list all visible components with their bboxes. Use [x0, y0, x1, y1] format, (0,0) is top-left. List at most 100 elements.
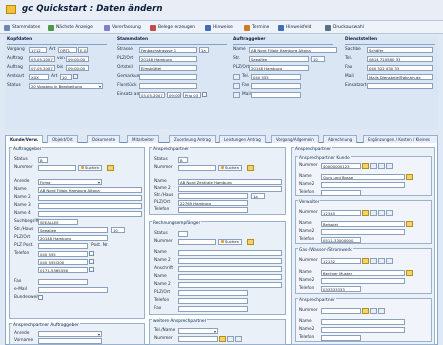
g1-delete-icon[interactable] — [386, 162, 393, 169]
re-name-b-field[interactable] — [178, 273, 282, 280]
vorgang-art-field[interactable]: ORT1 — [58, 46, 77, 53]
einsatz-flag-icon[interactable] — [202, 92, 207, 97]
ap-hausnr-field[interactable]: 1a — [251, 192, 265, 199]
dienststelle-tel-field[interactable]: 0814 720580 33 — [367, 55, 433, 62]
auftrag-bis-time[interactable]: 09:00:00 — [66, 64, 89, 71]
g4-nummer-field[interactable] — [321, 307, 361, 314]
tab-vorgang-allgemein[interactable]: Vorgang/Allgemein — [271, 135, 319, 143]
g1-name-field[interactable]: Guru und Bosse — [321, 173, 405, 180]
auftraggeber-suchen-button[interactable]: Suchen — [78, 164, 103, 171]
auftrag-von-date[interactable]: 03.05.2007 — [29, 55, 55, 62]
auftraggeber-nummer-field[interactable] — [38, 164, 76, 171]
telefon-field-1[interactable]: 040 555 — [38, 250, 88, 257]
re-nummer-field[interactable] — [178, 238, 216, 245]
ortsteil-field[interactable]: Eimsbüttel — [139, 64, 197, 71]
g2-edit-icon[interactable] — [362, 209, 369, 216]
g1-search-icon[interactable] — [370, 162, 377, 169]
auftrag-bis-date[interactable]: 07.05.2007 — [29, 64, 55, 71]
g3-note-icon[interactable] — [406, 269, 413, 276]
prio-field[interactable]: Prio 03 — [183, 91, 201, 98]
ak-vorname-field[interactable] — [38, 337, 102, 344]
ap-name-field[interactable]: AB Nord Zentrale Hamburg — [178, 178, 282, 185]
einsatz-time[interactable]: 09:00 — [167, 91, 181, 98]
tab-ergaenzungen[interactable]: Ergänzungen / Kosten / Kleines — [363, 135, 438, 143]
auftraggeber-name-field[interactable]: AB Nord Filiale Hamburg Altona — [249, 46, 337, 53]
g2-telefon-field[interactable]: 0511-33000000 — [321, 236, 361, 243]
g1-table-icon[interactable] — [378, 162, 385, 169]
gemarkung-field[interactable] — [139, 73, 197, 80]
telefon-field-2[interactable]: 040 555/200 — [38, 258, 88, 265]
g4-edit-icon[interactable] — [362, 307, 369, 314]
tab-dokumente[interactable]: Dokumente — [87, 135, 121, 143]
g2-name2-field[interactable] — [321, 228, 405, 235]
wa-edit-icon[interactable] — [219, 335, 226, 342]
strasse-field[interactable]: Fenbachstrassse 1 — [139, 46, 197, 53]
fax-field[interactable] — [38, 278, 88, 285]
hausnr-field[interactable]: 1a — [199, 46, 209, 53]
re-name2-field[interactable] — [178, 257, 282, 264]
email-field[interactable] — [38, 286, 108, 293]
g4-telefon-field[interactable] — [321, 334, 361, 341]
tab-abrechnung[interactable]: Abrechnung — [323, 135, 358, 143]
telefon3-dropdown-icon[interactable] — [89, 267, 94, 272]
vorgang-eg-field[interactable]: E.G — [78, 46, 88, 53]
g1-nummer-field[interactable]: 40000000123 — [321, 162, 361, 169]
ap-strasse-field[interactable] — [178, 192, 248, 199]
status-select[interactable]: 20 Vorgang in Bearbeitung — [29, 82, 103, 89]
toolbar-stammdaten-button[interactable]: Stammdaten — [4, 23, 40, 32]
bundesweit-checkbox[interactable] — [38, 295, 43, 300]
toolbar-hinweise-button[interactable]: Hinweise — [205, 23, 233, 32]
name3-field[interactable] — [38, 202, 142, 209]
amtsart-help-icon[interactable] — [73, 74, 78, 79]
g1-note-icon[interactable] — [406, 173, 413, 180]
auftraggeber-tel-field[interactable]: 040 555 — [251, 73, 301, 80]
sachbearbeiter-field[interactable]: Schäfer — [367, 46, 433, 53]
re-name-field[interactable] — [178, 249, 282, 256]
dienststelle-fax-field[interactable]: 040 522 030 33 — [367, 64, 433, 71]
re-suchen-button[interactable]: Suchen — [218, 238, 243, 245]
tab-mitarbeiter[interactable]: Mitarbeiter — [127, 135, 160, 143]
g3-search-icon[interactable] — [370, 257, 377, 264]
ap-nummer-field[interactable] — [178, 164, 216, 171]
g4-name-field[interactable] — [321, 318, 405, 325]
strasse-haus-field[interactable]: Seeallee — [38, 226, 108, 233]
ak-anrede-select[interactable] — [38, 330, 102, 337]
name-field[interactable]: AB Nord Filiale Hamburg Altona — [38, 186, 142, 193]
g2-note-icon[interactable] — [406, 220, 413, 227]
auftraggeber-mail-field[interactable] — [251, 91, 301, 98]
g3-name2-field[interactable] — [321, 277, 405, 284]
auftraggeber-strasse-field[interactable]: Seeallee — [249, 55, 309, 62]
g2-name-field[interactable]: Beispiel — [321, 220, 405, 227]
hausnummer-field[interactable]: 10 — [111, 226, 125, 233]
plz-ort-field[interactable]: 20148 Hamburg — [139, 55, 197, 62]
dienststelle-mail-field[interactable]: Mails Dienstelle@gbr.hh.de — [367, 73, 433, 80]
ap-name2-field[interactable] — [178, 185, 282, 192]
g4-name2-field[interactable] — [321, 326, 405, 333]
toolbar-termine-button[interactable]: Termine — [244, 23, 269, 32]
g3-delete-icon[interactable] — [386, 257, 393, 264]
g2-table-icon[interactable] — [378, 209, 385, 216]
ap-suchen-button[interactable]: Suchen — [218, 164, 243, 171]
auftraggeber-hausnr-field[interactable]: 10 — [311, 55, 325, 62]
g1-telefon-field[interactable] — [321, 189, 361, 196]
edit-icon[interactable] — [247, 238, 255, 245]
tab-objekt[interactable]: Objekt/Ort — [47, 135, 78, 143]
g4-table-icon[interactable] — [378, 307, 385, 314]
wa-select[interactable] — [178, 327, 218, 334]
g2-nummer-field[interactable]: 12345 — [321, 209, 361, 216]
amtsart-field[interactable]: XXX — [29, 73, 49, 80]
wa-table-icon[interactable] — [235, 335, 242, 342]
g1-name2-field[interactable] — [321, 181, 405, 188]
auftraggeber-plz-field[interactable]: 20148 Hamburg — [249, 64, 309, 71]
g4-search-icon[interactable] — [370, 307, 377, 314]
anrede-select[interactable]: Firma — [38, 178, 102, 185]
telefon-field-3[interactable]: 0171-5565556 — [38, 266, 88, 273]
toolbar-hinweisfeld-button[interactable]: Hinweisfeld — [278, 23, 311, 32]
telefon-dropdown-icon[interactable] — [89, 251, 94, 256]
einsatzort-field[interactable] — [367, 82, 433, 89]
name4-field[interactable] — [38, 210, 142, 217]
re-plz-field[interactable] — [178, 289, 248, 296]
suchbegriff-field[interactable]: SEEALLEE — [38, 218, 78, 225]
toolbar-vorerfassung-button[interactable]: Vorerfassung — [104, 23, 141, 32]
re-status-field[interactable] — [178, 230, 188, 237]
